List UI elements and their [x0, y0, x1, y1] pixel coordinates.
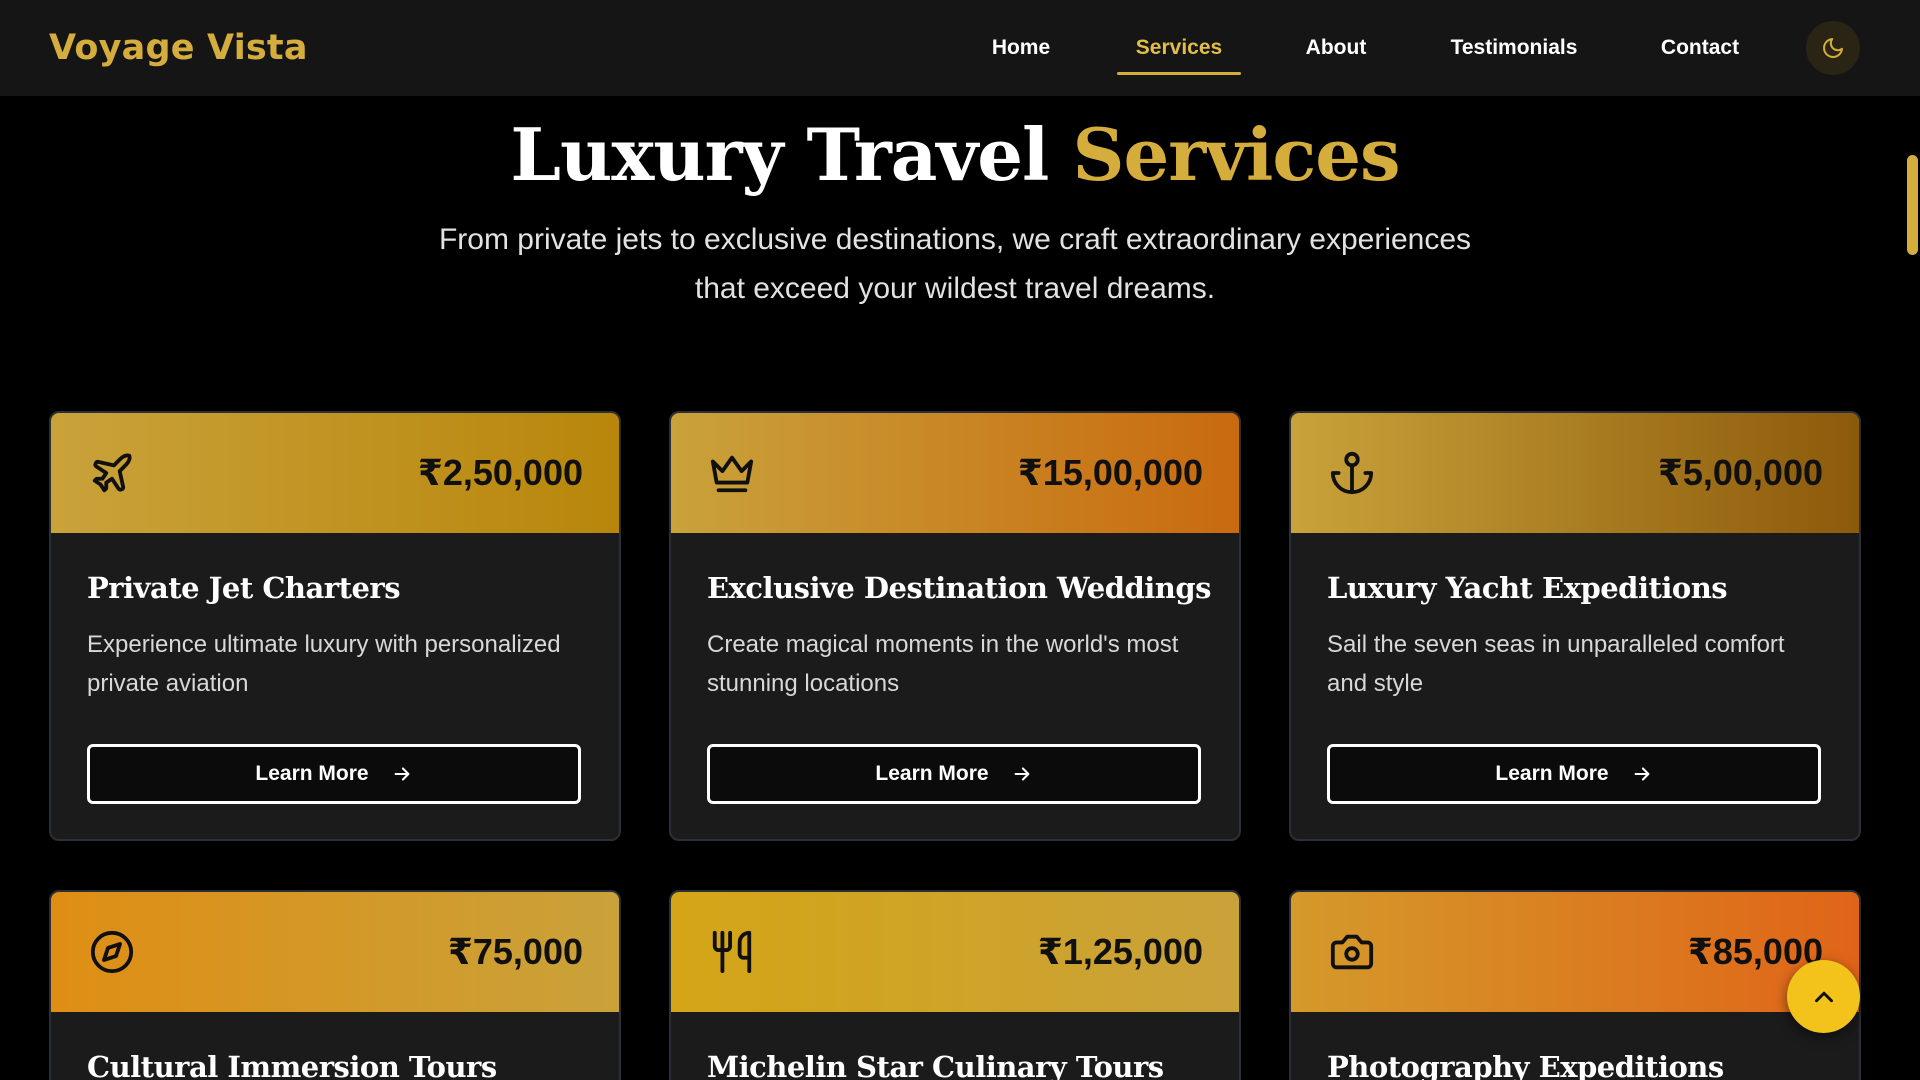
service-card: ₹15,00,000 Exclusive Destination Wedding… [669, 411, 1241, 841]
card-title: Luxury Yacht Expeditions [1327, 571, 1728, 605]
moon-icon [1823, 38, 1843, 58]
card-title: Michelin Star Culinary Tours [707, 1050, 1164, 1080]
service-card: ₹85,000 Photography Expeditions [1289, 890, 1861, 1080]
card-header: ₹2,50,000 [51, 413, 619, 533]
nav-services[interactable]: Services [1117, 0, 1241, 96]
learn-more-button[interactable]: Learn More [87, 744, 581, 804]
price-label: ₹15,00,000 [1017, 452, 1203, 493]
learn-more-button[interactable]: Learn More [707, 744, 1201, 804]
service-card: ₹2,50,000 Private Jet Charters Experienc… [49, 411, 621, 841]
title-accent: Services [1072, 112, 1400, 197]
nav-contact[interactable]: Contact [1656, 0, 1744, 96]
card-header: ₹75,000 [51, 892, 619, 1012]
subtitle-line-1: From private jets to exclusive destinati… [438, 223, 1472, 256]
price-label: ₹1,25,000 [1037, 931, 1203, 972]
compass-icon [89, 929, 135, 975]
price-label: ₹75,000 [447, 931, 583, 972]
scroll-to-top-button[interactable] [1787, 960, 1860, 1033]
button-label: Learn More [255, 762, 369, 785]
anchor-icon [1329, 450, 1375, 496]
service-card: ₹5,00,000 Luxury Yacht Expeditions Sail … [1289, 411, 1861, 841]
card-header: ₹15,00,000 [671, 413, 1239, 533]
crown-icon [709, 450, 755, 496]
card-title: Photography Expeditions [1327, 1050, 1724, 1080]
learn-more-button[interactable]: Learn More [1327, 744, 1821, 804]
utensils-icon [709, 929, 755, 975]
card-header: ₹85,000 [1291, 892, 1859, 1012]
card-description: Experience ultimate luxury with personal… [87, 631, 561, 697]
nav-testimonials[interactable]: Testimonials [1444, 0, 1584, 96]
title-main: Luxury Travel [510, 112, 1049, 197]
service-card: ₹75,000 Cultural Immersion Tours [49, 890, 621, 1080]
price-label: ₹2,50,000 [417, 452, 583, 493]
page-title: Luxury Travel Services [0, 112, 1910, 197]
price-label: ₹5,00,000 [1657, 452, 1823, 493]
button-label: Learn More [875, 762, 989, 785]
chevron-up-icon [1814, 991, 1833, 1002]
site-header: Voyage Vista [0, 0, 1920, 96]
service-card: ₹1,25,000 Michelin Star Culinary Tours [669, 890, 1241, 1080]
nav-about[interactable]: About [1300, 0, 1372, 96]
button-label: Learn More [1495, 762, 1609, 785]
card-header: ₹5,00,000 [1291, 413, 1859, 533]
plane-icon [89, 450, 135, 496]
camera-icon [1329, 929, 1375, 975]
arrow-right-icon [1014, 767, 1030, 781]
card-description: Create magical moments in the world's mo… [707, 631, 1179, 697]
card-title: Exclusive Destination Weddings [707, 571, 1211, 605]
brand-logo[interactable]: Voyage Vista [49, 28, 308, 68]
scrollbar-thumb[interactable] [1907, 155, 1918, 255]
card-title: Cultural Immersion Tours [87, 1050, 497, 1080]
subtitle-line-2: that exceed your wildest travel dreams. [694, 272, 1216, 305]
nav-home[interactable]: Home [982, 0, 1060, 96]
theme-toggle-button[interactable] [1806, 21, 1860, 75]
card-title: Private Jet Charters [87, 571, 401, 605]
arrow-right-icon [1634, 767, 1650, 781]
arrow-right-icon [394, 767, 410, 781]
card-description: Sail the seven seas in unparalleled comf… [1327, 631, 1785, 697]
page-subtitle: From private jets to exclusive destinati… [380, 215, 1530, 313]
card-header: ₹1,25,000 [671, 892, 1239, 1012]
